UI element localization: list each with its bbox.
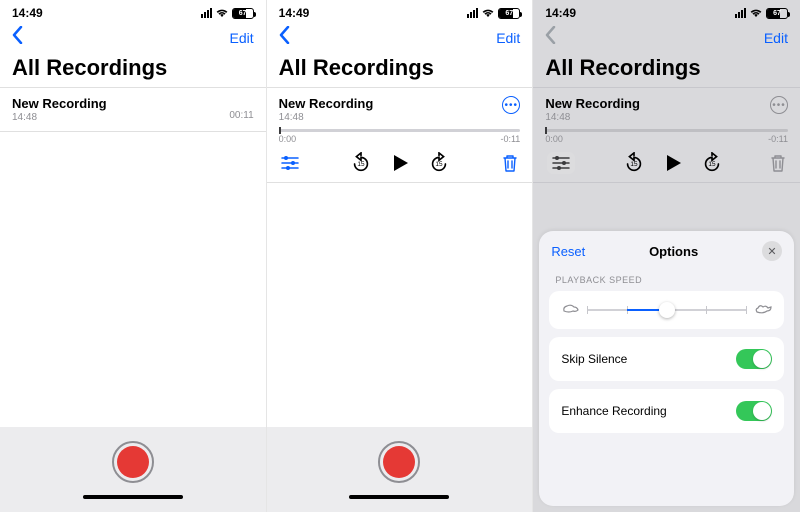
edit-button[interactable]: Edit xyxy=(764,30,788,46)
recording-name: New Recording xyxy=(545,96,640,111)
enhance-recording-toggle[interactable] xyxy=(736,401,772,421)
skip-forward-button[interactable]: 15 xyxy=(701,152,723,174)
cellular-icon xyxy=(201,8,212,18)
status-bar: 14:49 67 xyxy=(533,0,800,22)
recording-row-expanded: New Recording 14:48 ••• 0:00 -0:11 15 xyxy=(267,87,533,183)
sheet-title: Options xyxy=(649,244,698,259)
battery-icon: 67 xyxy=(766,8,788,19)
battery-icon: 67 xyxy=(232,8,254,19)
svg-text:15: 15 xyxy=(358,161,366,168)
status-time: 14:49 xyxy=(545,6,576,20)
recording-duration: 00:11 xyxy=(229,110,253,121)
skip-back-button[interactable]: 15 xyxy=(623,152,645,174)
recording-timestamp: 14:48 xyxy=(545,112,640,123)
edit-button[interactable]: Edit xyxy=(496,30,520,46)
screen-playback: 14:49 67 Edit All Recordings New Recordi… xyxy=(267,0,534,512)
status-time: 14:49 xyxy=(12,6,43,20)
skip-silence-toggle[interactable] xyxy=(736,349,772,369)
record-button[interactable] xyxy=(112,441,154,483)
status-bar: 14:49 67 xyxy=(0,0,266,22)
status-bar: 14:49 67 xyxy=(267,0,533,22)
svg-text:15: 15 xyxy=(708,161,716,168)
enhance-recording-row: Enhance Recording xyxy=(549,389,784,433)
nav-bar: Edit xyxy=(0,22,266,55)
battery-icon: 67 xyxy=(498,8,520,19)
playback-speed-slider[interactable] xyxy=(549,291,784,329)
wifi-icon xyxy=(482,9,494,18)
scrubber[interactable]: 0:00 -0:11 xyxy=(279,129,521,144)
recording-timestamp: 14:48 xyxy=(279,112,374,123)
close-button[interactable]: ✕ xyxy=(762,241,782,261)
recording-name: New Recording xyxy=(279,96,374,111)
home-indicator[interactable] xyxy=(83,495,183,499)
skip-silence-row: Skip Silence xyxy=(549,337,784,381)
home-indicator[interactable] xyxy=(349,495,449,499)
elapsed-time: 0:00 xyxy=(545,134,563,144)
scrubber: 0:00 -0:11 xyxy=(545,129,788,144)
playback-speed-label: PLAYBACK SPEED xyxy=(539,271,794,289)
delete-button[interactable] xyxy=(770,154,786,172)
play-button[interactable] xyxy=(663,153,683,173)
nav-bar: Edit xyxy=(533,22,800,55)
record-toolbar xyxy=(0,427,266,512)
skip-forward-button[interactable]: 15 xyxy=(428,152,450,174)
more-button[interactable]: ••• xyxy=(502,96,520,114)
elapsed-time: 0:00 xyxy=(279,134,297,144)
record-toolbar xyxy=(267,427,533,512)
edit-button[interactable]: Edit xyxy=(230,30,254,46)
cellular-icon xyxy=(467,8,478,18)
back-button xyxy=(545,26,556,49)
options-button[interactable] xyxy=(547,152,575,174)
rabbit-icon xyxy=(754,301,772,319)
options-sheet: Reset Options ✕ PLAYBACK SPEED Skip Sile… xyxy=(539,231,794,506)
remaining-time: -0:11 xyxy=(500,134,520,144)
skip-back-button[interactable]: 15 xyxy=(350,152,372,174)
record-button[interactable] xyxy=(378,441,420,483)
delete-button[interactable] xyxy=(502,154,518,172)
svg-text:15: 15 xyxy=(630,161,638,168)
remaining-time: -0:11 xyxy=(768,134,788,144)
options-button[interactable] xyxy=(281,156,299,170)
reset-button[interactable]: Reset xyxy=(551,244,585,259)
cellular-icon xyxy=(735,8,746,18)
status-time: 14:49 xyxy=(279,6,310,20)
skip-silence-label: Skip Silence xyxy=(561,352,627,366)
wifi-icon xyxy=(216,9,228,18)
svg-text:15: 15 xyxy=(436,161,444,168)
play-button[interactable] xyxy=(390,153,410,173)
enhance-recording-label: Enhance Recording xyxy=(561,404,666,418)
nav-bar: Edit xyxy=(267,22,533,55)
recording-row[interactable]: New Recording 14:48 00:11 xyxy=(0,87,266,132)
back-button[interactable] xyxy=(279,26,290,49)
more-button: ••• xyxy=(770,96,788,114)
recording-timestamp: 14:48 xyxy=(12,112,107,123)
page-title: All Recordings xyxy=(0,55,266,87)
recording-row-expanded: New Recording 14:48 ••• 0:00 -0:11 15 xyxy=(533,87,800,183)
turtle-icon xyxy=(561,301,579,319)
recording-name: New Recording xyxy=(12,96,107,111)
page-title: All Recordings xyxy=(533,55,800,87)
back-button[interactable] xyxy=(12,26,23,49)
screen-options-sheet: 14:49 67 Edit All Recordings New Recordi… xyxy=(533,0,800,512)
page-title: All Recordings xyxy=(267,55,533,87)
screen-list: 14:49 67 Edit All Recordings New Recordi… xyxy=(0,0,267,512)
wifi-icon xyxy=(750,9,762,18)
